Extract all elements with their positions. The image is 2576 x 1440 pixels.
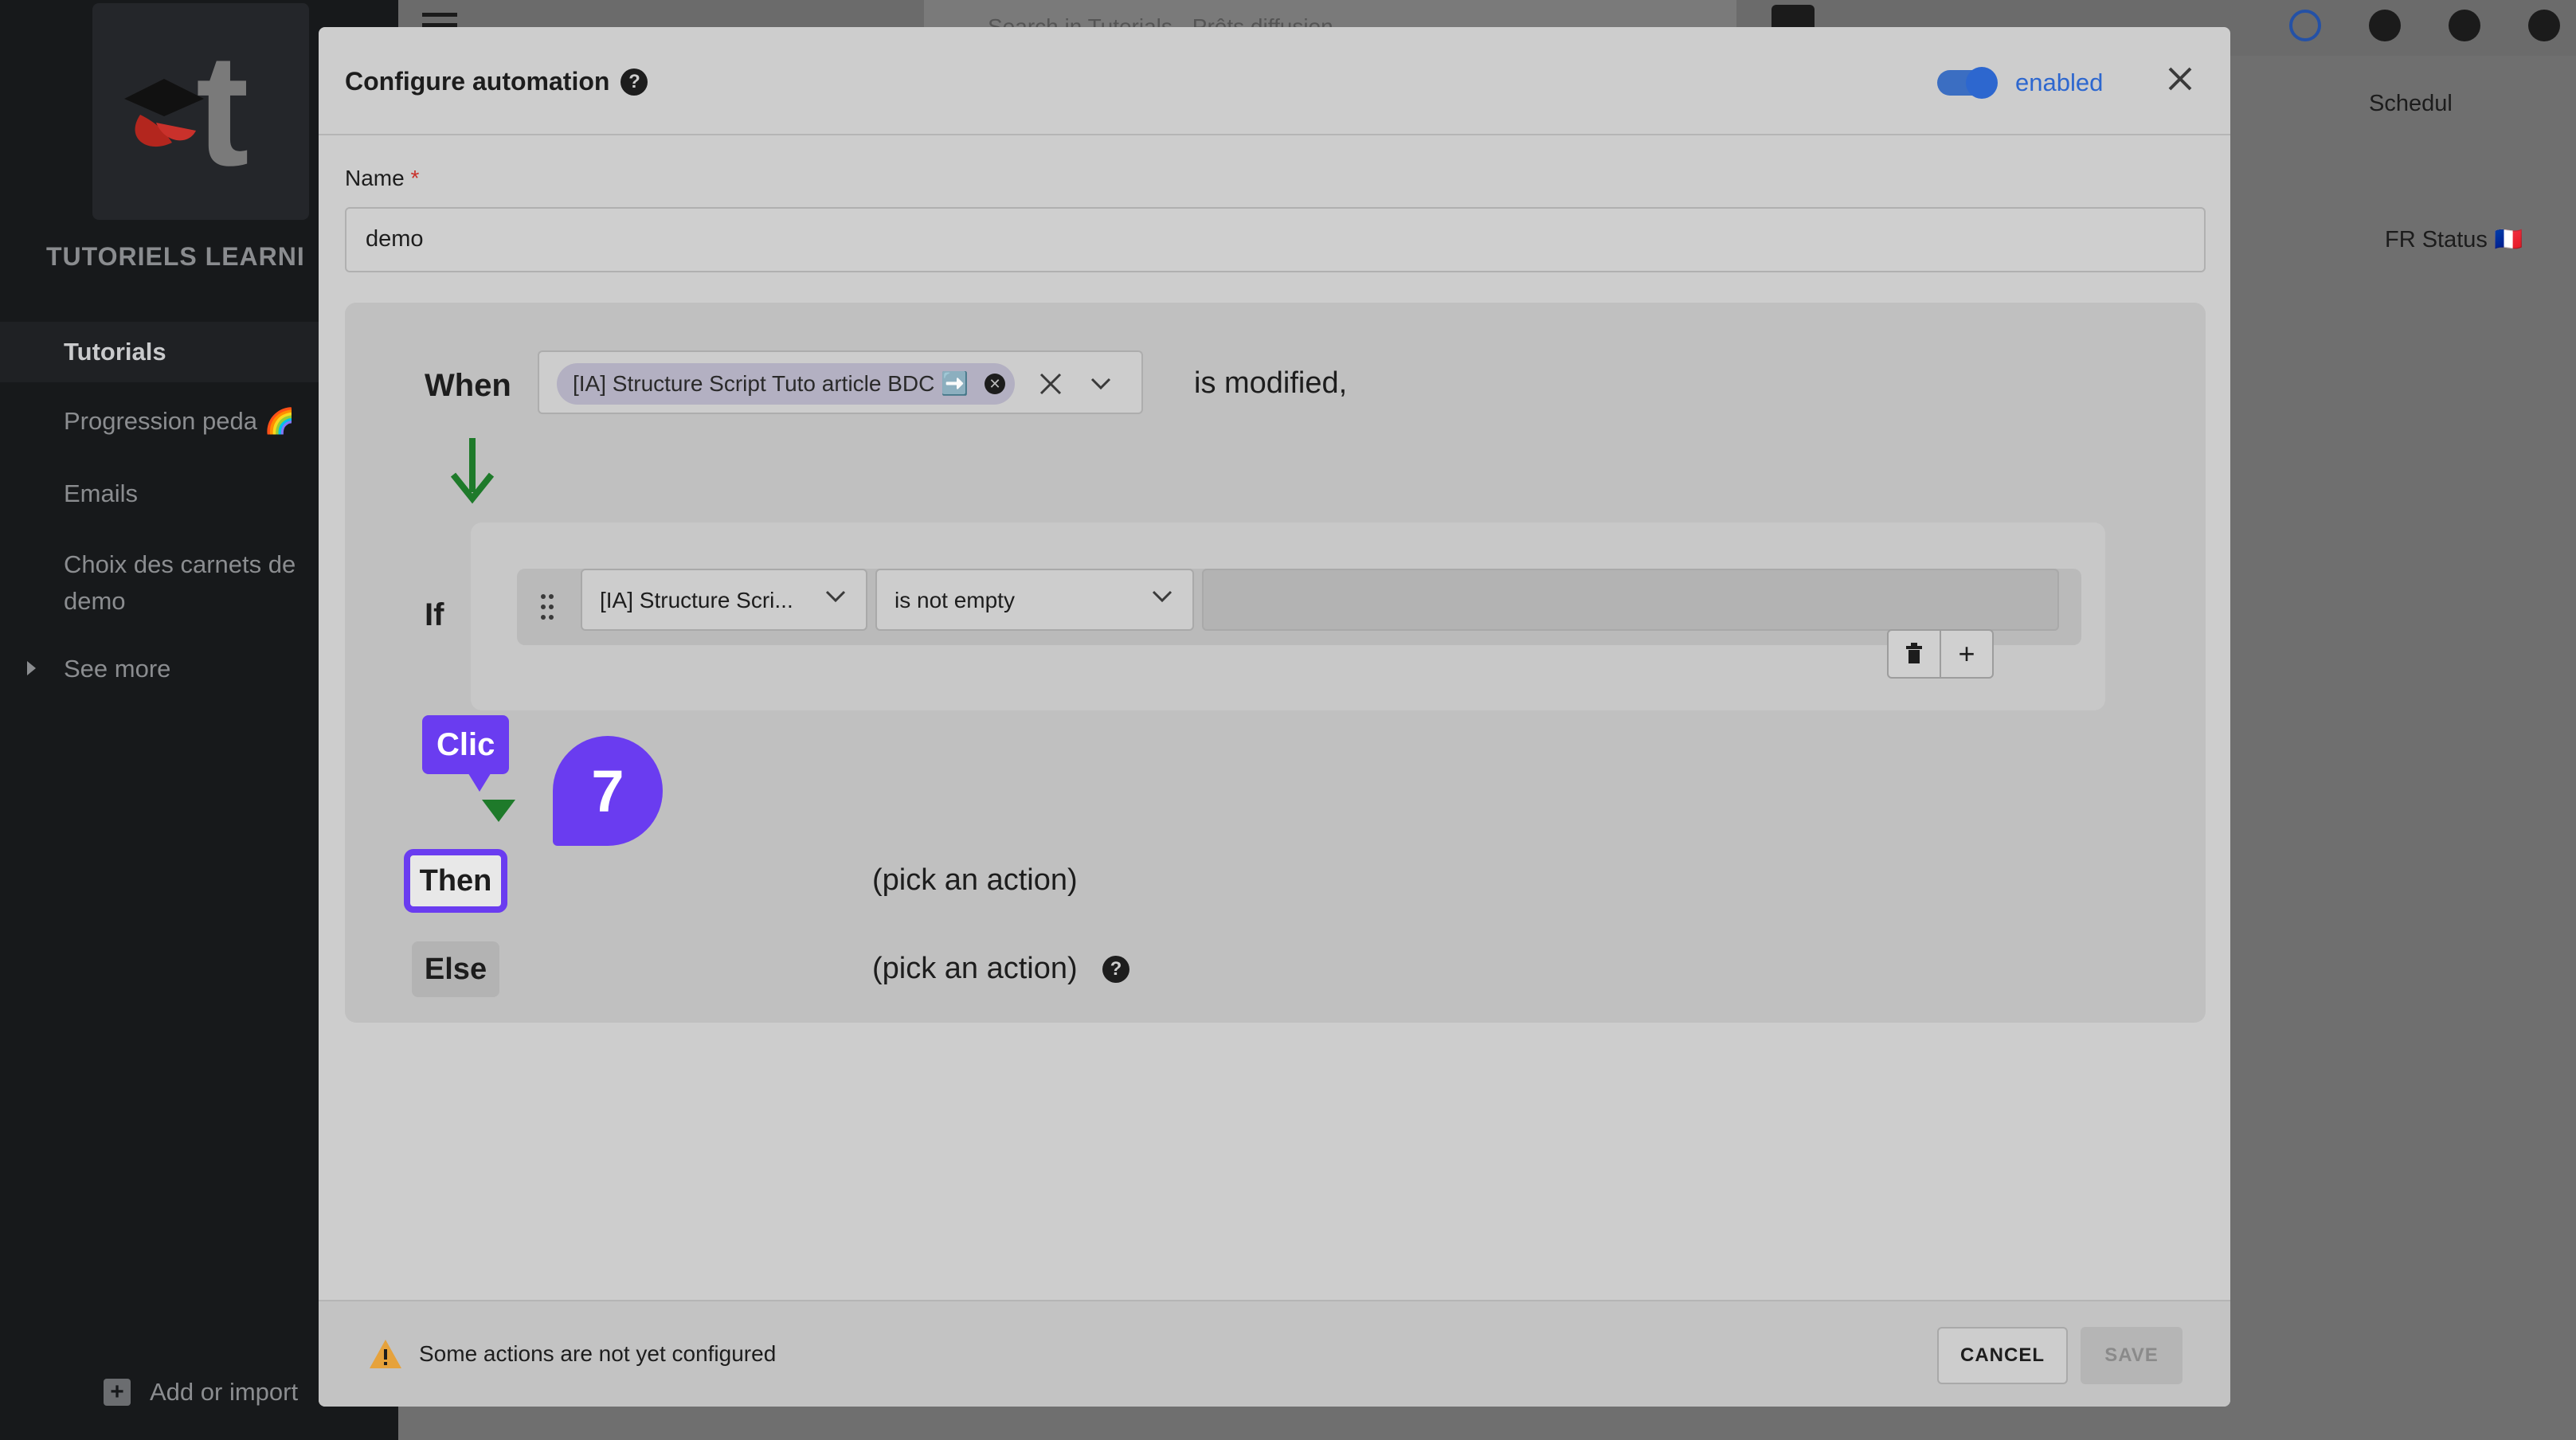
cancel-button[interactable]: CANCEL	[1937, 1327, 2068, 1384]
flow-arrow-down-icon	[482, 800, 515, 822]
condition-value-input[interactable]	[1202, 569, 2059, 631]
else-action-picker[interactable]: (pick an action)	[872, 952, 1078, 986]
name-label: Name *	[345, 166, 419, 191]
drag-handle-icon[interactable]	[539, 593, 555, 621]
required-mark: *	[410, 166, 420, 190]
delete-icon[interactable]	[1889, 631, 1941, 677]
warning-icon	[370, 1340, 401, 1368]
warning-text: Some actions are not yet configured	[419, 1341, 777, 1366]
logo-letter: t	[196, 22, 249, 199]
help-icon[interactable]: ?	[621, 68, 648, 96]
condition-field-value: [IA] Structure Scri...	[600, 588, 793, 612]
condition-operator-select[interactable]: is not empty	[875, 569, 1194, 631]
gear-icon[interactable]	[2369, 10, 2401, 41]
condition-row: [IA] Structure Scri... is not empty +	[517, 569, 2081, 679]
trash-icon	[1906, 643, 1922, 663]
automation-rule-panel: When [IA] Structure Script Tuto article …	[345, 303, 2206, 1023]
close-icon[interactable]	[2160, 59, 2200, 99]
condition-group: [IA] Structure Scri... is not empty +	[471, 522, 2105, 710]
chat-icon[interactable]	[2528, 10, 2560, 41]
help-icon[interactable]: ?	[1102, 956, 1129, 983]
flow-arrow-down-icon	[450, 438, 495, 504]
name-label-text: Name	[345, 166, 405, 190]
chip-remove-icon[interactable]: ✕	[985, 374, 1006, 394]
warning-message: Some actions are not yet configured	[368, 1338, 776, 1370]
add-or-import-button[interactable]: + Add or import	[104, 1378, 298, 1407]
dialog-footer: Some actions are not yet configured CANC…	[319, 1300, 2230, 1407]
configure-automation-dialog: Configure automation ? enabled Name * de…	[319, 27, 2230, 1407]
condition-row-actions: +	[1887, 629, 1994, 679]
dialog-header: Configure automation ? enabled	[319, 27, 2230, 135]
column-fr-status[interactable]: FR Status 🇫🇷	[2385, 226, 2523, 253]
see-more-label: See more	[64, 655, 171, 683]
tooltip-tail	[467, 771, 492, 792]
name-input[interactable]: demo	[345, 207, 2206, 272]
condition-field-select[interactable]: [IA] Structure Scri...	[581, 569, 867, 631]
sidebar-item-choix-carnets[interactable]: Choix des carnets de demo	[0, 546, 335, 620]
chevron-down-icon	[1152, 590, 1173, 603]
trigger-field-select[interactable]: [IA] Structure Script Tuto article BDC ➡…	[538, 350, 1143, 414]
users-icon[interactable]	[2449, 10, 2480, 41]
is-modified-text: is modified,	[1194, 366, 1348, 400]
add-condition-icon[interactable]: +	[1941, 631, 1992, 677]
plus-icon: +	[104, 1379, 131, 1406]
then-action-picker[interactable]: (pick an action)	[872, 863, 1078, 898]
when-label: When	[425, 368, 511, 403]
chevron-down-icon	[825, 590, 846, 603]
save-button[interactable]: SAVE	[2081, 1327, 2183, 1384]
else-action-text: (pick an action)	[872, 952, 1078, 985]
tab-schedule[interactable]: Schedul	[2369, 91, 2453, 117]
condition-operator-value: is not empty	[895, 588, 1015, 612]
dialog-title: Configure automation ?	[345, 67, 648, 96]
chevron-down-icon[interactable]	[1089, 376, 1113, 392]
info-icon[interactable]	[2289, 10, 2321, 41]
dialog-title-text: Configure automation	[345, 67, 610, 96]
top-bar-icons	[2289, 10, 2576, 41]
then-button[interactable]: Then	[404, 849, 507, 913]
toggle-knob	[1966, 67, 1998, 99]
enabled-toggle[interactable]	[1937, 67, 1998, 99]
workspace-name: TUTORIELS LEARNI	[46, 242, 305, 271]
step-number-badge: 7	[553, 736, 663, 846]
app-logo: t	[92, 3, 309, 220]
trigger-chip-label: [IA] Structure Script Tuto article BDC ➡…	[573, 371, 969, 396]
enabled-label: enabled	[2015, 68, 2104, 96]
if-label: If	[425, 597, 444, 632]
caret-right-icon	[27, 661, 36, 675]
click-hint-tooltip: Clic	[422, 715, 510, 774]
clear-icon[interactable]	[1038, 371, 1063, 397]
trigger-field-chip: [IA] Structure Script Tuto article BDC ➡…	[557, 363, 1016, 405]
else-button[interactable]: Else	[412, 941, 499, 997]
add-or-import-label: Add or import	[150, 1378, 299, 1406]
